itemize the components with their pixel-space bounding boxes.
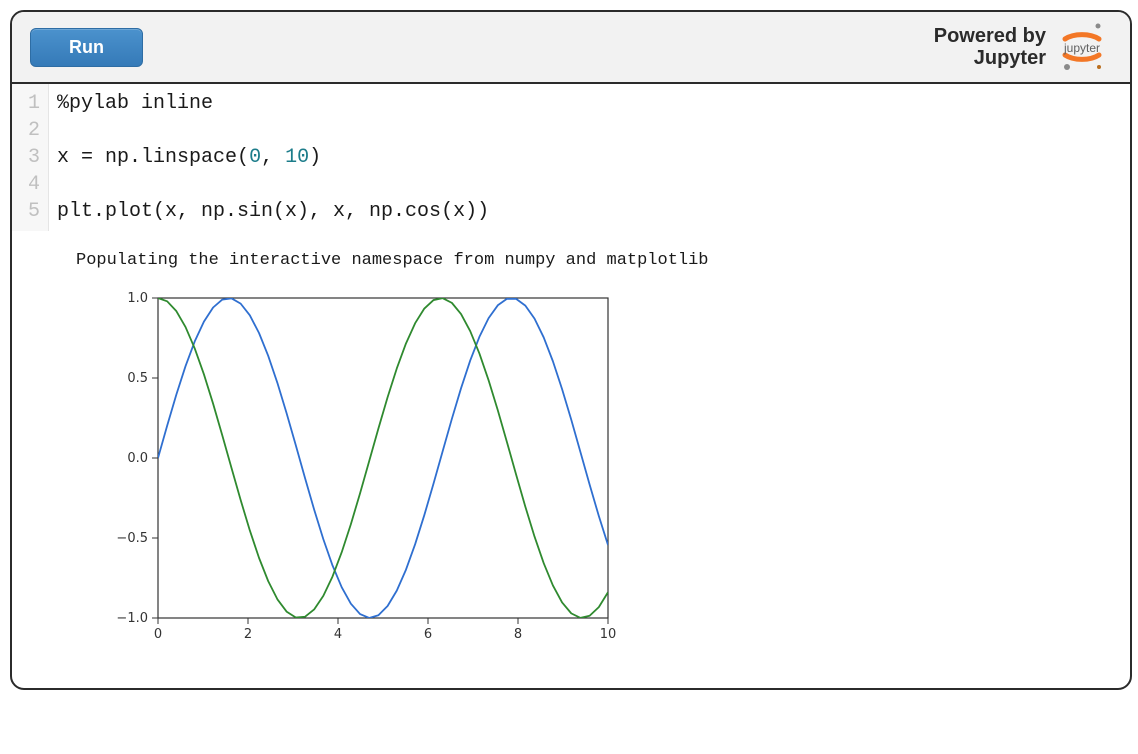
svg-text:jupyter: jupyter: [1063, 41, 1100, 55]
line-number-gutter: 12345: [12, 84, 49, 231]
code-line[interactable]: x = np.linspace(0, 10): [57, 144, 489, 171]
svg-text:−0.5: −0.5: [116, 531, 148, 546]
line-number: 4: [16, 171, 42, 198]
svg-text:2: 2: [244, 627, 252, 642]
code-line[interactable]: plt.plot(x, np.sin(x), x, np.cos(x)): [57, 198, 489, 225]
app-frame: Run Powered by Jupyter jupyter 12345 %: [10, 10, 1132, 690]
svg-text:−1.0: −1.0: [116, 611, 148, 626]
cell-output: Populating the interactive namespace fro…: [12, 231, 1130, 688]
svg-text:0.5: 0.5: [127, 371, 148, 386]
powered-by-text: Powered by Jupyter: [934, 25, 1046, 69]
line-number: 1: [16, 90, 42, 117]
code-line[interactable]: %pylab inline: [57, 90, 489, 117]
line-number: 3: [16, 144, 42, 171]
svg-text:0: 0: [154, 627, 162, 642]
plot-svg: −1.0 −0.5 0.0 0.5 1.0 0 2 4 6 8 10: [88, 288, 628, 648]
stdout-text: Populating the interactive namespace fro…: [76, 251, 1130, 270]
svg-text:1.0: 1.0: [127, 291, 148, 306]
line-number: 5: [16, 198, 42, 225]
code-line[interactable]: [57, 171, 489, 198]
svg-text:8: 8: [514, 627, 522, 642]
run-button[interactable]: Run: [30, 28, 143, 67]
code-editor[interactable]: 12345 %pylab inline x = np.linspace(0, 1…: [12, 84, 1130, 231]
toolbar: Run Powered by Jupyter jupyter: [12, 12, 1130, 84]
code-line[interactable]: [57, 117, 489, 144]
code-area[interactable]: %pylab inline x = np.linspace(0, 10) plt…: [49, 84, 497, 231]
svg-text:4: 4: [334, 627, 342, 642]
matplotlib-plot: −1.0 −0.5 0.0 0.5 1.0 0 2 4 6 8 10: [88, 288, 1130, 648]
svg-text:6: 6: [424, 627, 432, 642]
powered-by: Powered by Jupyter jupyter: [934, 17, 1112, 77]
notebook-content: 12345 %pylab inline x = np.linspace(0, 1…: [12, 84, 1130, 688]
svg-text:10: 10: [600, 627, 617, 642]
line-number: 2: [16, 117, 42, 144]
svg-text:0.0: 0.0: [127, 451, 148, 466]
jupyter-logo-icon: jupyter: [1052, 17, 1112, 77]
